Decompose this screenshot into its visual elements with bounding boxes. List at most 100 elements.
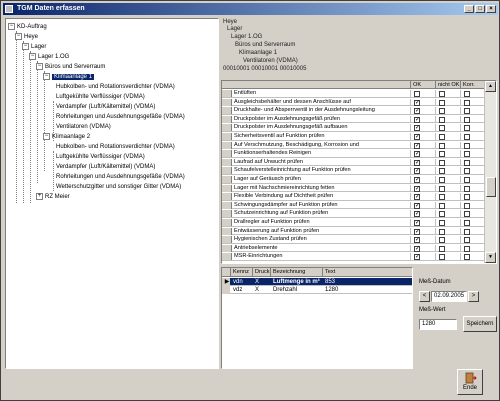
tree-node-kd-auftrag[interactable]: − KD-Auftrag [8,22,47,32]
nicht-ok-checkbox[interactable] [439,245,445,252]
collapse-icon[interactable]: − [15,32,22,40]
collapse-icon[interactable]: − [36,62,43,70]
check-row[interactable]: Schutzeinrichtung auf Funktion prüfen ✓ [222,210,484,218]
collapse-icon[interactable]: − [22,42,29,50]
prev-date-button[interactable]: < [419,291,430,302]
save-button[interactable]: Speichern [463,316,497,332]
ok-checkbox[interactable]: ✓ [414,177,420,183]
tree-leaf[interactable]: Luftgekühlte Verflüssiger (VDMA) [56,152,145,162]
date-field[interactable]: 02.09.2005 [431,291,467,302]
ok-checkbox[interactable]: ✓ [414,228,420,235]
check-row[interactable]: Ausgleichsbehälter und dessen Anschlüsse… [222,98,484,107]
tree-node-lager[interactable]: − Lager [22,42,46,52]
tree-leaf[interactable]: Luftgekühlte Verflüssiger (VDMA) [56,92,145,102]
ok-checkbox[interactable]: ✓ [414,125,420,132]
check-row[interactable]: Druckpolster im Ausdehnungsgefäß aufbaue… [222,124,484,132]
korr-checkbox[interactable] [464,254,470,261]
nicht-ok-checkbox[interactable] [439,91,445,97]
korr-checkbox[interactable] [464,99,470,106]
check-row[interactable]: Schwingungsdämpfer auf Funktion prüfen ✓ [222,201,484,210]
tree-leaf[interactable]: Hubkolben- und Rotationsverdichter (VDMA… [56,82,175,92]
col-header-nicht-ok[interactable]: nicht OK [435,81,460,89]
nicht-ok-checkbox[interactable] [439,134,445,140]
ok-checkbox[interactable]: ✓ [414,99,420,106]
ok-checkbox[interactable]: ✓ [414,245,420,252]
tree-leaf[interactable]: Verdampfer (Luft/Kältemittel) (VDMA) [56,102,155,112]
ok-checkbox[interactable]: ✓ [414,151,420,158]
ok-checkbox[interactable]: ✓ [414,202,420,209]
tree-node-heye[interactable]: − Heye [15,32,38,42]
ok-checkbox[interactable]: ✓ [414,116,420,123]
tree-leaf[interactable]: Rohrleitungen und Ausdehnungsgefäße (VDM… [56,172,185,182]
check-grid[interactable]: OK nicht OK Korr. Entlüften Ausgleichsbeh… [221,80,497,264]
collapse-icon[interactable]: − [43,132,50,140]
check-row[interactable]: Druckhalte- und Absperrventil in der Aus… [222,107,484,115]
check-row[interactable]: Druckpolster im Ausdehnungsgefäß prüfen ✓ [222,115,484,124]
tree-node-lager-1og[interactable]: − Lager 1.OG [29,52,69,62]
exit-button[interactable]: Ende [457,369,483,395]
nicht-ok-checkbox[interactable] [439,202,445,209]
nicht-ok-checkbox[interactable] [439,116,445,123]
nicht-ok-checkbox[interactable] [439,228,445,235]
col-text[interactable]: Text [322,268,412,277]
tree-node-rz-meier[interactable]: + RZ Meier [36,192,70,202]
col-druck[interactable]: Druck [252,268,270,277]
nicht-ok-checkbox[interactable] [439,151,445,158]
korr-checkbox[interactable] [464,237,470,244]
korr-checkbox[interactable] [464,91,470,97]
nicht-ok-checkbox[interactable] [439,211,445,218]
table-row[interactable]: vdz X Drehzahl 1280 [222,286,412,294]
tree-leaf[interactable]: Ventilatoren (VDMA) [56,122,111,132]
ok-checkbox[interactable]: ✓ [414,237,420,244]
maximize-button[interactable]: □ [475,5,485,13]
korr-checkbox[interactable] [464,108,470,115]
ok-checkbox[interactable]: ✓ [414,211,420,218]
check-row[interactable]: Lager auf Geräusch prüfen ✓ [222,176,484,184]
col-header-korr[interactable]: Korr. [460,81,484,89]
tree-leaf[interactable]: Verdampfer (Luft/Kältemittel) (VDMA) [56,162,155,172]
tree-leaf[interactable]: Hubkolben- und Rotationsverdichter (VDMA… [56,142,175,152]
korr-checkbox[interactable] [464,220,470,226]
korr-checkbox[interactable] [464,194,470,201]
check-row[interactable]: Lager mit Nachschmiereinrichtung fetten ✓ [222,184,484,193]
check-row[interactable]: Drallregler auf Funktion prüfen ✓ [222,219,484,227]
nicht-ok-checkbox[interactable] [439,142,445,149]
korr-checkbox[interactable] [464,228,470,235]
tree-node-klimaanlage-1[interactable]: − Klimaanlage 1 [43,72,95,82]
nicht-ok-checkbox[interactable] [439,99,445,106]
check-row[interactable]: Flexible Verbindung auf Dichtheit prüfen… [222,193,484,201]
scroll-up-icon[interactable]: ▲ [485,81,496,92]
korr-checkbox[interactable] [464,177,470,183]
korr-checkbox[interactable] [464,134,470,140]
check-row[interactable]: Antriebselemente ✓ [222,244,484,253]
scroll-thumb[interactable] [486,177,496,197]
tree-node-bueros[interactable]: − Büros und Serverraum [36,62,105,72]
check-row[interactable]: MSR-Einrichtungen ✓ [222,253,484,261]
korr-checkbox[interactable] [464,211,470,218]
nicht-ok-checkbox[interactable] [439,220,445,226]
check-row[interactable]: Hygienischen Zustand prüfen ✓ [222,236,484,244]
col-header-ok[interactable]: OK [410,81,435,89]
ok-checkbox[interactable]: ✓ [414,159,420,166]
grid-scrollbar[interactable]: ▲ ▼ [484,81,496,263]
table-row[interactable]: ▶ vdn X Luftmenge in m³ 853 [222,278,412,286]
ok-checkbox[interactable]: ✓ [414,254,420,261]
ok-checkbox[interactable]: ✓ [414,185,420,192]
check-row[interactable]: Auf Verschmutzung, Beschädigung, Korrosi… [222,141,484,150]
ok-checkbox[interactable]: ✓ [414,220,420,226]
ok-checkbox[interactable]: ✓ [414,168,420,175]
korr-checkbox[interactable] [464,151,470,158]
nicht-ok-checkbox[interactable] [439,159,445,166]
nicht-ok-checkbox[interactable] [439,108,445,115]
ok-checkbox[interactable]: ✓ [414,194,420,201]
korr-checkbox[interactable] [464,245,470,252]
scroll-down-icon[interactable]: ▼ [485,252,496,263]
korr-checkbox[interactable] [464,159,470,166]
nicht-ok-checkbox[interactable] [439,177,445,183]
measurement-value-input[interactable]: 1280 [419,319,457,330]
korr-checkbox[interactable] [464,142,470,149]
korr-checkbox[interactable] [464,202,470,209]
check-row[interactable]: Laufrad auf Unwucht prüfen ✓ [222,158,484,167]
tree-leaf[interactable]: Wetterschutzgitter und sonstiger Gitter … [56,182,181,192]
check-row[interactable]: Sicherheitsventil auf Funktion prüfen ✓ [222,133,484,141]
